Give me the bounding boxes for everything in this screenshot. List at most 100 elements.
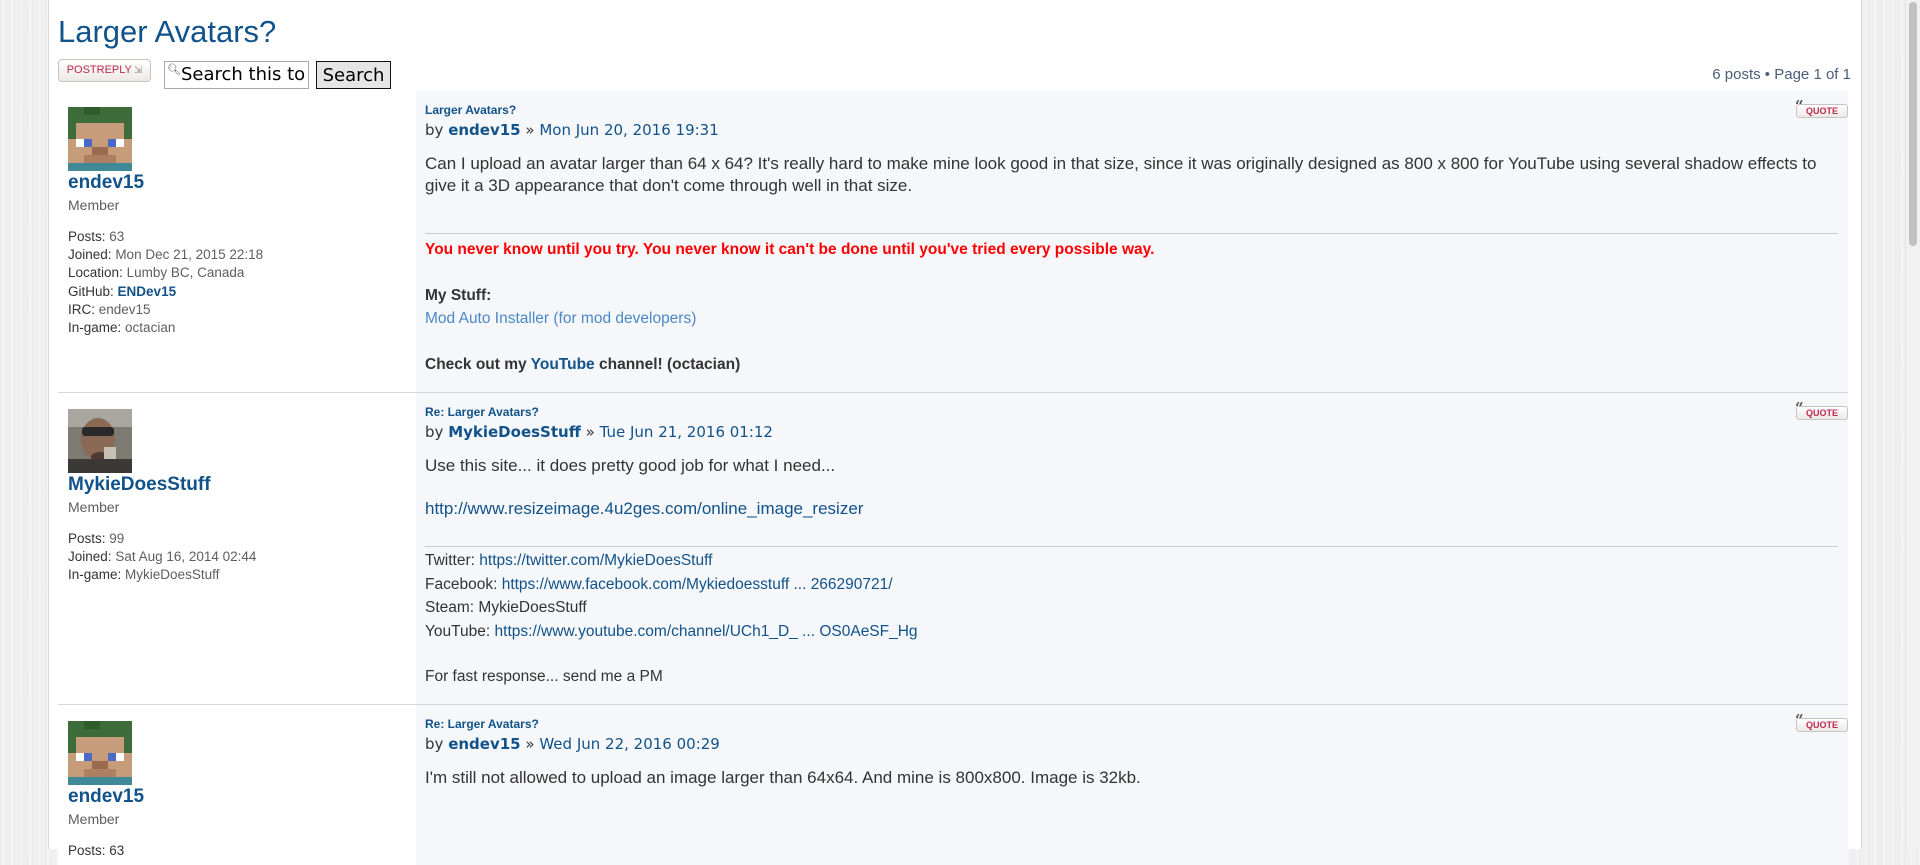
facebook-label: Facebook: [425,575,498,593]
profile-details: Posts: 63 [68,842,124,860]
post-author-line: by endev15 » Wed Jun 22, 2016 00:29 [425,735,720,753]
quote-label: QUOTE [1805,106,1838,116]
profile-label: Location: [68,265,123,281]
post-author-link[interactable]: MykieDoesStuff [68,474,211,496]
quote-button[interactable]: “QUOTE [1795,713,1848,732]
profile-row: Posts: 63 [68,228,263,246]
search-box[interactable]: 🔍︎ [164,61,309,89]
signature-youtube-link[interactable]: YouTube [531,356,595,373]
quote-button[interactable]: “QUOTE [1795,99,1848,118]
search-input[interactable] [181,64,308,85]
post-date[interactable]: Wed Jun 22, 2016 00:29 [539,735,719,753]
search-button[interactable]: Search [316,61,391,89]
signature-mod-link[interactable]: Mod Auto Installer (for mod developers) [425,310,696,327]
quote-icon: “ [1795,711,1804,729]
quote-icon: “ [1795,97,1804,115]
post: endev15 Member Posts: 63 Re: Larger Avat… [58,705,1848,865]
profile-row: In-game: MykieDoesStuff [68,566,256,584]
profile-row: Joined: Sat Aug 16, 2014 02:44 [68,548,256,566]
profile-row: IRC: endev15 [68,301,263,319]
post-title-link[interactable]: Re: Larger Avatars? [425,405,539,419]
avatar[interactable] [68,107,132,171]
post-author-link[interactable]: endev15 [68,786,144,808]
by-label: by [425,735,444,753]
steam-label: Steam: [425,599,475,616]
post-reply-label: PostReply [66,64,132,76]
profile-row: Posts: 99 [68,530,256,548]
post-date[interactable]: Tue Jun 21, 2016 01:12 [600,423,773,441]
profile-label: Joined: [68,247,112,263]
user-rank: Member [68,811,120,827]
post-count: 6 posts [1712,66,1761,83]
quote-button[interactable]: “QUOTE [1795,401,1848,420]
profile-row: Posts: 63 [68,843,125,858]
signature-youtube-line: Check out my YouTube channel! (octacian) [425,353,1154,377]
profile-value: Lumby BC, Canada [126,265,245,281]
profile-value: Mon Dec 21, 2015 22:18 [115,247,264,263]
signature-youtube: YouTube: https://www.youtube.com/channel… [425,620,918,644]
facebook-link[interactable]: https://www.facebook.com/Mykiedoesstuff … [502,576,893,593]
post-reply-button[interactable]: PostReply ⇲ [58,59,151,82]
user-rank: Member [68,499,120,515]
author-link[interactable]: endev15 [448,735,520,753]
post-title-link[interactable]: Larger Avatars? [425,103,516,117]
avatar[interactable] [68,409,132,473]
signature-motto: You never know until you try. You never … [425,241,1155,258]
pagination-separator: • [1764,66,1771,83]
post-content: Can I upload an avatar larger than 64 x … [425,154,1817,195]
profile-label: GitHub: [68,283,114,299]
raquo: » [585,423,595,441]
post-author-line: by endev15 » Mon Jun 20, 2016 19:31 [425,121,719,139]
profile-value: octacian [125,320,176,336]
check-suffix: channel! (octacian) [598,355,741,373]
author-link[interactable]: endev15 [448,121,520,139]
steam-value: MykieDoesStuff [478,599,587,616]
profile-label: In-game: [68,320,122,336]
post-date[interactable]: Mon Jun 20, 2016 19:31 [539,121,718,139]
profile-label: Joined: [68,549,112,565]
resize-link[interactable]: http://www.resizeimage.4u2ges.com/online… [425,499,863,518]
signature-steam: Steam: MykieDoesStuff [425,596,918,620]
profile-value: endev15 [98,301,151,317]
page-current: 1 [1813,66,1822,83]
post-author-link[interactable]: endev15 [68,172,144,194]
profile-value: Sat Aug 16, 2014 02:44 [115,549,257,565]
search-icon: 🔍︎ [167,64,181,76]
by-label: by [425,121,444,139]
quote-label: QUOTE [1805,720,1838,730]
post-profile: endev15 Member Posts: 63 [58,705,416,865]
youtube-link[interactable]: https://www.youtube.com/channel/UCh1_D_ … [495,623,918,640]
signature-divider [425,546,1838,547]
reply-arrow-icon: ⇲ [133,65,143,76]
signature: Twitter: https://twitter.com/MykieDoesSt… [425,549,918,689]
signature: You never know until you try. You never … [425,238,1154,376]
twitter-link[interactable]: https://twitter.com/MykieDoesStuff [479,552,712,569]
profile-row: Location: Lumby BC, Canada [68,264,263,282]
scrollbar-thumb[interactable] [1909,2,1917,246]
youtube-label: YouTube: [425,622,491,640]
signature-facebook: Facebook: https://www.facebook.com/Mykie… [425,573,918,597]
user-rank: Member [68,197,120,213]
topic-title[interactable]: Larger Avatars? [58,14,276,50]
profile-row: GitHub: ENDev15 [68,283,263,301]
profile-label: Posts: [68,229,106,244]
profile-label: Posts: [68,531,106,546]
author-link[interactable]: MykieDoesStuff [448,423,581,441]
post-content: Use this site... it does pretty good job… [425,456,836,475]
quote-label: QUOTE [1805,408,1838,418]
post-profile: endev15 Member Posts: 63 Joined: Mon Dec… [58,91,416,393]
vertical-scrollbar[interactable] [1905,0,1920,849]
avatar[interactable] [68,721,132,785]
post-content-link-line: http://www.resizeimage.4u2ges.com/online… [425,498,863,520]
profile-label: IRC: [68,301,95,317]
signature-footer: For fast response... send me a PM [425,668,663,685]
page-of-label: of [1825,66,1839,83]
post-title-link[interactable]: Re: Larger Avatars? [425,717,539,731]
profile-value: 63 [109,229,125,244]
profile-row: Joined: Mon Dec 21, 2015 22:18 [68,246,263,264]
by-label: by [425,423,444,441]
signature-twitter: Twitter: https://twitter.com/MykieDoesSt… [425,549,918,573]
page-total: 1 [1842,66,1851,83]
post-content: I'm still not allowed to upload an image… [425,768,1141,787]
github-link[interactable]: ENDev15 [118,284,177,299]
